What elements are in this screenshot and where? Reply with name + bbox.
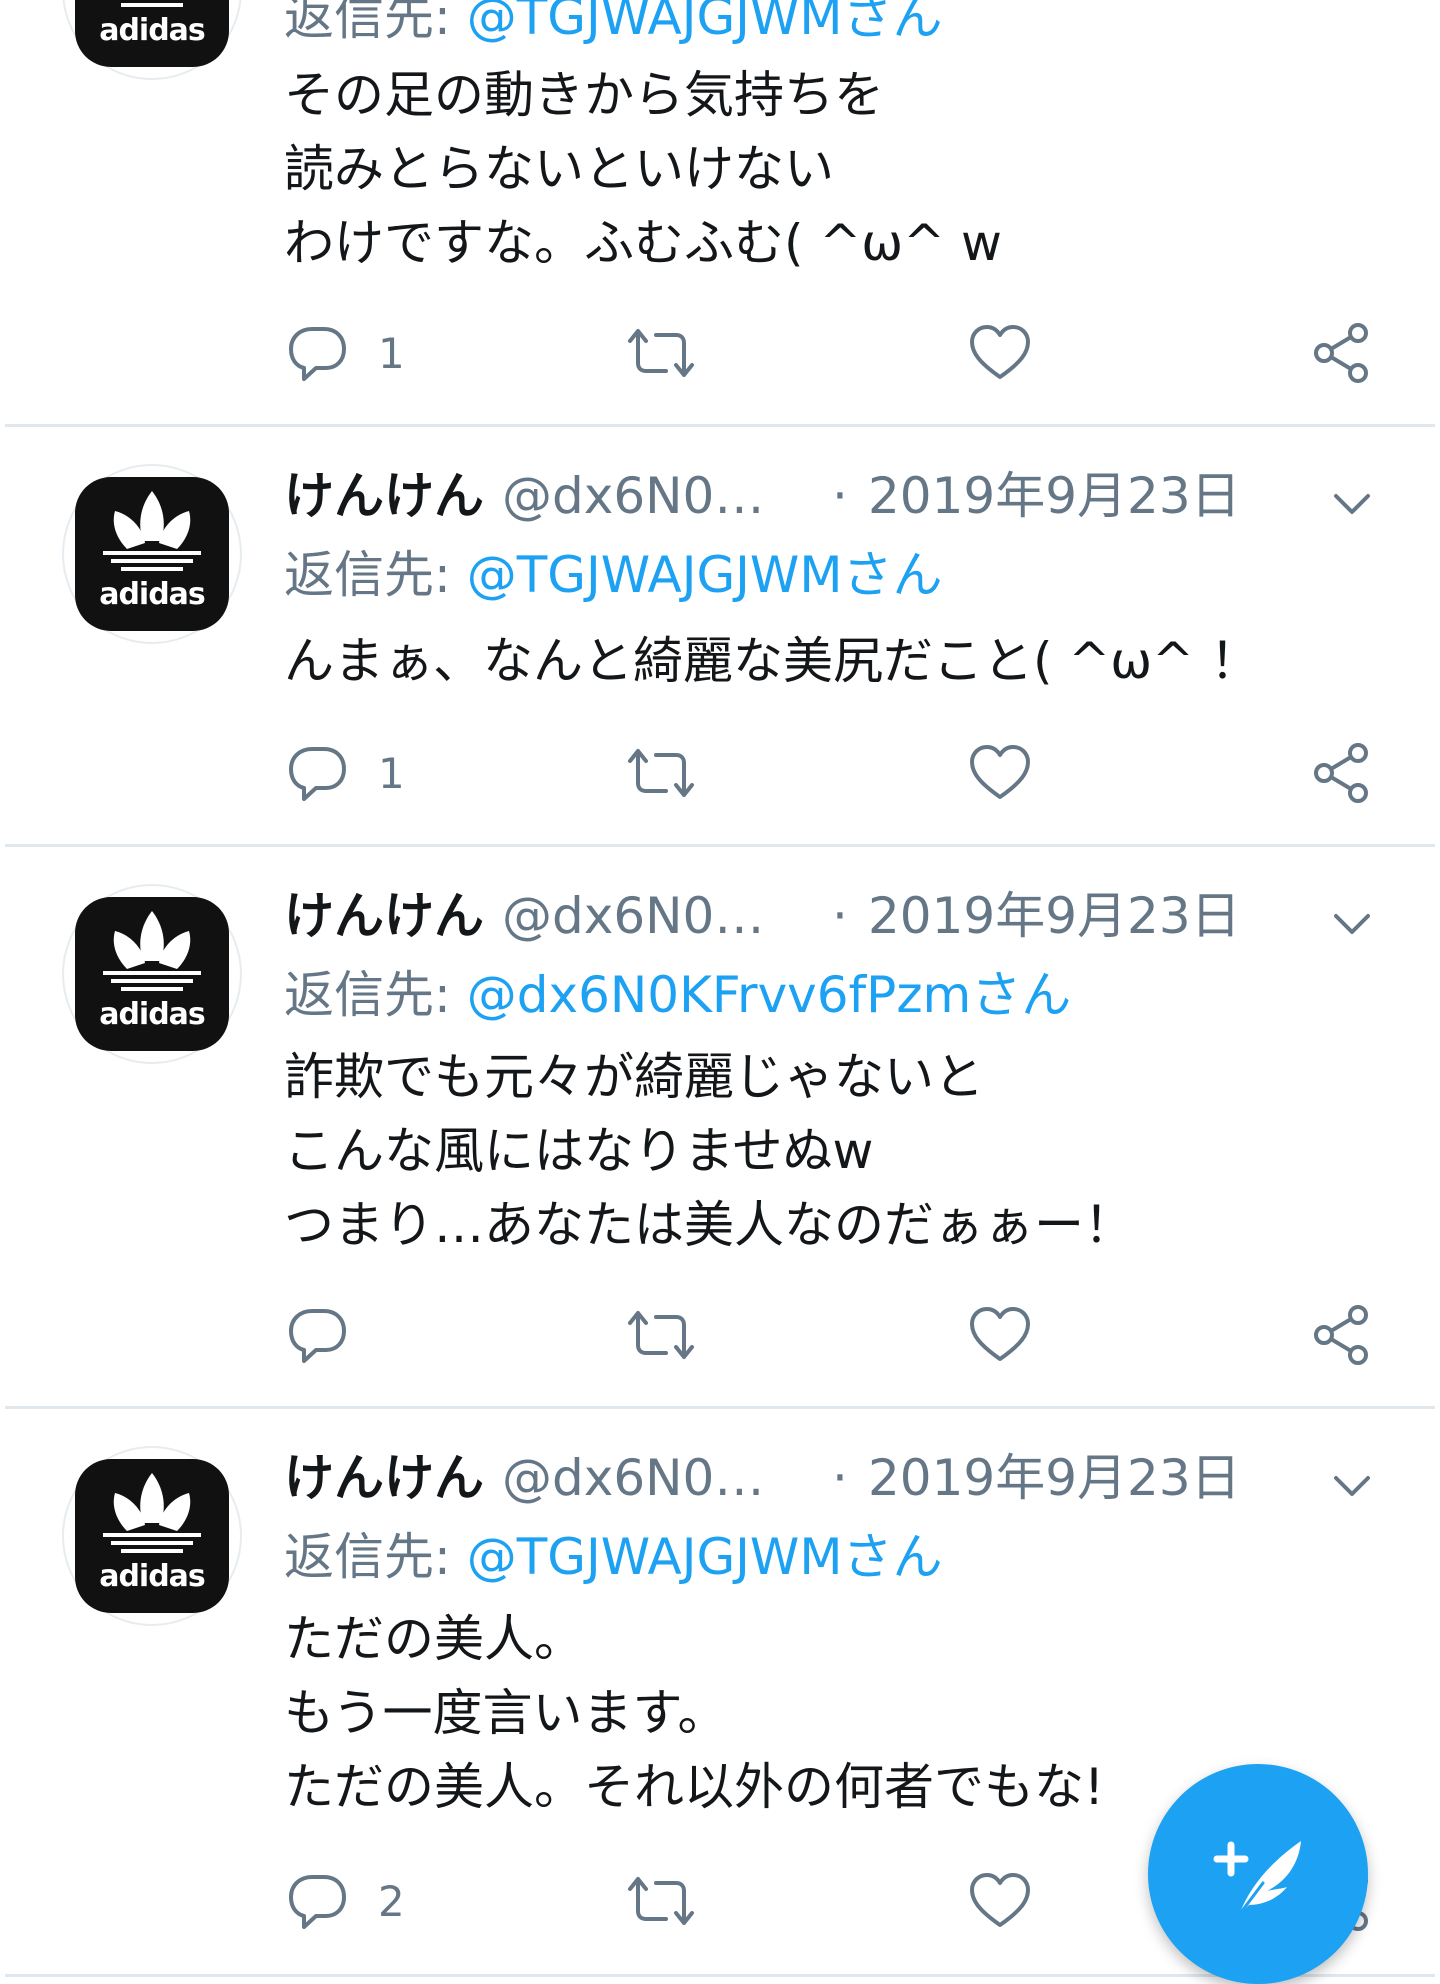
caret-down-icon[interactable]	[1330, 902, 1374, 946]
avatar[interactable]: adidas	[62, 1446, 242, 1626]
avatar-brand-text: adidas	[99, 13, 206, 48]
reply-prefix: 返信先:	[284, 1528, 467, 1586]
tweet-divider	[5, 424, 1435, 427]
display-name[interactable]: けんけん	[284, 467, 484, 525]
retweet-icon	[628, 1877, 694, 1925]
adidas-logo: adidas	[75, 897, 229, 1051]
reply-icon	[289, 1309, 346, 1363]
retweet-button[interactable]	[626, 1300, 696, 1370]
reply-button[interactable]: 1	[286, 738, 405, 808]
adidas-logo: adidas	[75, 1459, 229, 1613]
tweet-text: その足の動きから気持ちを 読みとらないといけない わけですな。ふむふむ( ^ω^…	[284, 58, 1002, 280]
tweet-date[interactable]: 2019年9月23日	[868, 1448, 1241, 1508]
share-button[interactable]	[1310, 738, 1374, 808]
avatar[interactable]: adidas	[62, 0, 242, 80]
share-button[interactable]	[1310, 318, 1374, 388]
tweet-text: んまぁ、なんと綺麗な美尻だこと( ^ω^ ！	[284, 628, 1260, 694]
like-icon	[970, 325, 1030, 379]
share-icon	[1314, 1305, 1368, 1365]
tweet-date[interactable]: 2019年9月23日	[868, 466, 1241, 526]
like-button[interactable]	[968, 738, 1032, 808]
reply-icon	[289, 1875, 346, 1929]
tweet-text-line: 詐欺でも元々が綺麗じゃないと	[284, 1048, 984, 1106]
reply-to-link[interactable]: @TGJWAJGJWMさん	[467, 1528, 943, 1586]
tweet-header: けんけん @dx6N0… · 2019年9月23日	[284, 886, 1384, 946]
user-handle[interactable]: @dx6N0…	[502, 467, 764, 525]
reply-icon	[289, 327, 346, 381]
avatar[interactable]: adidas	[62, 884, 242, 1064]
avatar-brand-text: adidas	[99, 577, 206, 612]
tweet-text-line: こんな風にはなりませぬw	[284, 1122, 874, 1180]
retweet-icon	[628, 1311, 694, 1359]
user-handle[interactable]: @dx6N0…	[502, 887, 764, 945]
retweet-icon	[628, 329, 694, 377]
tweet-text-line: 読みとらないといけない	[284, 140, 834, 198]
tweet-text-line: わけですな。ふむふむ( ^ω^ w	[284, 214, 1002, 272]
tweet-actions: 1	[0, 738, 1440, 808]
display-name[interactable]: けんけん	[284, 887, 484, 945]
like-button[interactable]	[968, 318, 1032, 388]
like-icon	[970, 745, 1030, 799]
tweet-divider	[5, 844, 1435, 847]
retweet-button[interactable]	[626, 738, 696, 808]
reply-count: 1	[378, 328, 405, 378]
tweet-text-line: ただの美人。それ以外の何者でもな!	[284, 1758, 1105, 1816]
tweet-text-line: んまぁ、なんと綺麗な美尻だこと( ^ω^ ！	[284, 632, 1260, 690]
user-handle[interactable]: @dx6N0…	[502, 1449, 764, 1507]
adidas-logo: adidas	[75, 0, 229, 67]
reply-to-link[interactable]: @dx6N0KFrvv6fPzmさん	[467, 966, 1072, 1024]
like-icon	[970, 1873, 1030, 1927]
share-icon	[1314, 743, 1368, 803]
tweet-text-line: もう一度言います。	[284, 1684, 728, 1742]
tweet-text-line: つまり…あなたは美人なのだぁぁー！	[284, 1196, 1134, 1254]
like-button[interactable]	[968, 1300, 1032, 1370]
reply-prefix: 返信先:	[284, 966, 467, 1024]
separator-dot: ·	[832, 467, 848, 525]
retweet-icon	[628, 749, 694, 797]
reply-prefix: 返信先:	[284, 546, 467, 604]
display-name[interactable]: けんけん	[284, 1449, 484, 1507]
retweet-button[interactable]	[626, 1866, 696, 1936]
avatar[interactable]: adidas	[62, 464, 242, 644]
like-icon	[970, 1307, 1030, 1361]
share-button[interactable]	[1310, 1300, 1374, 1370]
reply-context: 返信先: @TGJWAJGJWMさん	[284, 1524, 943, 1590]
avatar-brand-text: adidas	[99, 997, 206, 1032]
tweet-text: 詐欺でも元々が綺麗じゃないと こんな風にはなりませぬw つまり…あなたは美人なの…	[284, 1040, 1134, 1262]
reply-icon	[289, 747, 346, 801]
compose-tweet-icon	[1213, 1841, 1301, 1917]
reply-context: 返信先: @dx6N0KFrvv6fPzmさん	[284, 962, 1071, 1028]
tweet-text-line: ただの美人。	[284, 1610, 584, 1668]
tweet-text-line: その足の動きから気持ちを	[284, 66, 884, 124]
reply-button[interactable]	[286, 1300, 378, 1370]
tweet-header: けんけん @dx6N0… · 2019年9月23日	[284, 466, 1384, 526]
reply-count: 1	[378, 748, 405, 798]
reply-button[interactable]: 2	[286, 1866, 405, 1936]
retweet-button[interactable]	[626, 318, 696, 388]
caret-down-icon[interactable]	[1330, 482, 1374, 526]
avatar-brand-text: adidas	[99, 1559, 206, 1594]
reply-context: 返信先: @TGJWAJGJWMさん	[284, 0, 943, 50]
reply-to-link[interactable]: @TGJWAJGJWMさん	[467, 0, 943, 46]
reply-button[interactable]: 1	[286, 318, 405, 388]
reply-prefix: 返信先:	[284, 0, 467, 46]
tweet-date[interactable]: 2019年9月23日	[868, 886, 1241, 946]
tweet-divider	[5, 1406, 1435, 1409]
caret-down-icon[interactable]	[1330, 1464, 1374, 1508]
tweet-actions: 1	[0, 318, 1440, 388]
tweet-text: ただの美人。 もう一度言います。 ただの美人。それ以外の何者でもな!	[284, 1602, 1104, 1824]
reply-to-link[interactable]: @TGJWAJGJWMさん	[467, 546, 943, 604]
reply-count: 2	[378, 1876, 405, 1926]
compose-tweet-button[interactable]	[1148, 1764, 1368, 1984]
reply-context: 返信先: @TGJWAJGJWMさん	[284, 542, 943, 608]
tweet-header: けんけん @dx6N0… · 2019年9月23日	[284, 1448, 1384, 1508]
adidas-logo: adidas	[75, 477, 229, 631]
tweet-actions	[0, 1300, 1440, 1370]
separator-dot: ·	[832, 887, 848, 945]
share-icon	[1314, 323, 1368, 383]
separator-dot: ·	[832, 1449, 848, 1507]
like-button[interactable]	[968, 1866, 1032, 1936]
